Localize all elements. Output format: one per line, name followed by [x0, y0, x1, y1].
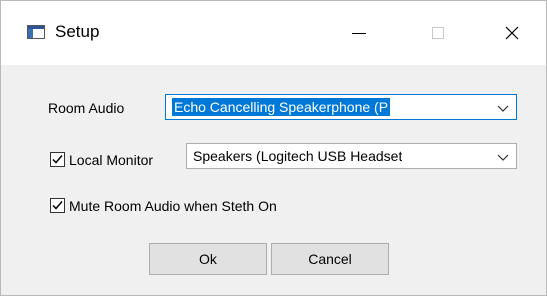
local-monitor-checkbox[interactable]	[50, 152, 65, 167]
checkmark-icon	[52, 201, 63, 210]
local-monitor-selected-value: Speakers (Logitech USB Headset	[193, 148, 403, 164]
mute-room-audio-checkbox[interactable]	[50, 198, 65, 213]
room-audio-dropdown[interactable]: Echo Cancelling Speakerphone (P	[165, 94, 517, 120]
minimize-icon	[352, 33, 366, 34]
maximize-icon	[432, 27, 444, 39]
cancel-button[interactable]: Cancel	[271, 243, 389, 275]
minimize-button[interactable]	[336, 13, 382, 53]
chevron-down-icon	[497, 154, 509, 161]
room-audio-label: Room Audio	[48, 100, 125, 116]
room-audio-selected-value: Echo Cancelling Speakerphone (P	[172, 98, 391, 116]
checkmark-icon	[52, 155, 63, 164]
local-monitor-dropdown[interactable]: Speakers (Logitech USB Headset	[186, 143, 517, 169]
chevron-down-icon	[497, 105, 509, 112]
ok-button[interactable]: Ok	[149, 243, 267, 275]
close-button[interactable]	[489, 13, 535, 53]
window-app-icon	[27, 25, 45, 39]
title-bar[interactable]: Setup	[1, 1, 546, 65]
mute-room-audio-label[interactable]: Mute Room Audio when Steth On	[69, 198, 277, 214]
setup-dialog: Setup Room Audio Echo Cancelling Speaker…	[0, 0, 547, 296]
maximize-button	[415, 13, 461, 53]
local-monitor-label[interactable]: Local Monitor	[69, 152, 153, 168]
window-title: Setup	[55, 22, 100, 41]
close-icon	[505, 26, 519, 40]
